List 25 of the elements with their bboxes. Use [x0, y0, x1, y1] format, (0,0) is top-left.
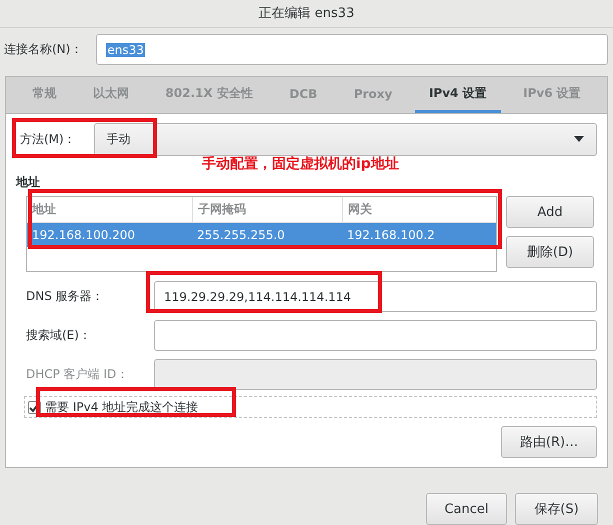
routes-button[interactable]: 路由(R)…: [501, 426, 597, 458]
table-cell-text: 255.255.255.0: [196, 227, 286, 244]
table-cell-text: 192.168.100.2: [346, 227, 436, 244]
save-button[interactable]: 保存(S): [515, 493, 598, 525]
text-field[interactable]: [154, 320, 597, 352]
column-header: 网关: [342, 197, 496, 222]
add-button[interactable]: Add: [506, 196, 594, 228]
field-label: DHCP 客户端 ID：: [26, 366, 130, 384]
tab[interactable]: IPv4 设置: [414, 77, 501, 114]
section-title: 地址: [16, 174, 40, 192]
field-label: 搜索域(E)：: [26, 327, 92, 344]
cancel-button[interactable]: Cancel: [426, 493, 507, 525]
caret-icon: [574, 136, 584, 142]
field-label: DNS 服务器：: [26, 288, 105, 306]
connection-name-label: 连接名称(N)：: [4, 41, 82, 58]
annotation-note: 手动配置，固定虚拟机的ip地址: [202, 156, 400, 174]
column-header: 地址: [31, 201, 57, 218]
window-title: 正在编辑 ens33: [258, 5, 354, 22]
delete-button[interactable]: 删除(D): [506, 236, 594, 268]
column-header: 子网掩码: [192, 197, 342, 222]
method-dropdown[interactable]: 手动: [94, 122, 597, 156]
checkbox-label: 需要 IPv4 地址完成这个连接: [45, 398, 198, 416]
method-label: 方法(M)：: [20, 130, 76, 148]
text-field[interactable]: 119.29.29.29,114.114.114.114: [154, 281, 597, 312]
table-cell-text: 192.168.100.200: [31, 227, 136, 244]
